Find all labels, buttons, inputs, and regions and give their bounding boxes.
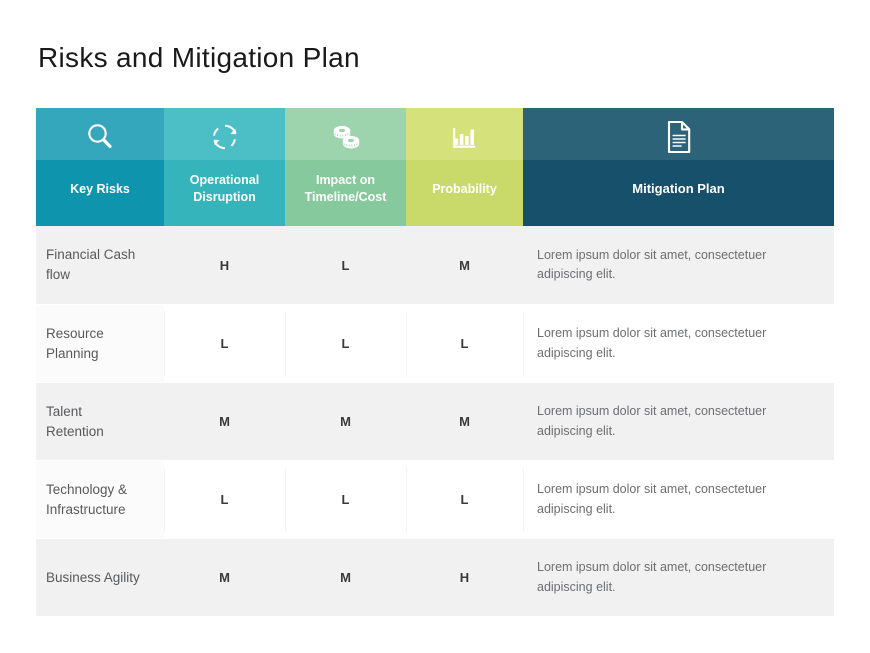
- cell-operational-disruption: L: [164, 305, 285, 382]
- table-header-impact-timeline-cost-label: Impact on Timeline/Cost: [285, 160, 406, 226]
- table-row[interactable]: Resource Planning L L L Lorem ipsum dolo…: [36, 304, 834, 382]
- table-row[interactable]: Financial Cash flow H L M Lorem ipsum do…: [36, 226, 834, 304]
- cell-mitigation-plan: Lorem ipsum dolor sit amet, consectetuer…: [537, 404, 767, 438]
- cell-probability: M: [459, 414, 470, 429]
- table-header-row: Key Risks Operational Disruption Impact …: [36, 108, 834, 226]
- table-body: Financial Cash flow H L M Lorem ipsum do…: [36, 226, 834, 616]
- table-header-impact-timeline-cost[interactable]: Impact on Timeline/Cost: [285, 108, 406, 226]
- cell-operational-disruption: H: [219, 257, 230, 273]
- table-header-mitigation-plan-label: Mitigation Plan: [523, 160, 834, 226]
- table-row[interactable]: Talent Retention M M M Lorem ipsum dolor…: [36, 382, 834, 460]
- cell-impact-timeline-cost: L: [285, 305, 406, 382]
- cell-operational-disruption: L: [164, 461, 285, 538]
- cell-mitigation-plan: Lorem ipsum dolor sit amet, consectetuer…: [537, 247, 767, 281]
- header-line-1: Operational: [189, 173, 260, 188]
- cell-impact-timeline-cost: L: [341, 257, 350, 273]
- cell-impact-timeline-cost: M: [340, 570, 351, 585]
- cell-key-risk: Resource Planning: [36, 305, 164, 382]
- table-header-probability[interactable]: Probability: [406, 108, 523, 226]
- table-header-key-risks-label: Key Risks: [36, 160, 164, 226]
- risk-line-2: Infrastructure: [46, 501, 126, 517]
- table-row[interactable]: Business Agility M M H Lorem ipsum dolor…: [36, 538, 834, 616]
- cell-mitigation-plan: Lorem ipsum dolor sit amet, consectetuer…: [537, 560, 767, 594]
- table-header-mitigation-plan[interactable]: Mitigation Plan: [523, 108, 834, 226]
- header-line-1: Impact on: [315, 173, 376, 188]
- table-header-probability-label: Probability: [406, 160, 523, 226]
- cell-mitigation-plan: Lorem ipsum dolor sit amet, consectetuer…: [523, 461, 834, 538]
- risk-line-1: Technology &: [46, 481, 128, 497]
- cell-key-risk: Financial Cash flow: [36, 226, 164, 304]
- slide-canvas: Risks and Mitigation Plan Key Risks Oper…: [0, 0, 870, 653]
- risk-line-2: Retention: [46, 423, 104, 439]
- risk-line-1: Talent: [46, 403, 83, 419]
- risks-mitigation-table: Key Risks Operational Disruption Impact …: [36, 108, 834, 616]
- cell-probability: L: [406, 461, 523, 538]
- magnifier-icon: [36, 108, 164, 160]
- bar-chart-icon: [406, 108, 523, 160]
- document-icon: [523, 108, 834, 160]
- cell-key-risk: Talent Retention: [36, 383, 164, 460]
- measuring-tape-icon: [285, 108, 406, 160]
- table-row[interactable]: Technology & Infrastructure L L L Lorem …: [36, 460, 834, 538]
- cell-probability: H: [459, 570, 470, 585]
- risk-line-1: Financial Cash: [46, 247, 136, 263]
- table-header-key-risks[interactable]: Key Risks: [36, 108, 164, 226]
- table-header-operational-disruption-label: Operational Disruption: [164, 160, 285, 226]
- cell-probability: L: [406, 305, 523, 382]
- cell-impact-timeline-cost: M: [340, 414, 351, 429]
- header-line-2: Timeline/Cost: [304, 190, 387, 204]
- cell-operational-disruption: M: [219, 414, 230, 429]
- risk-line-2: flow: [46, 267, 71, 282]
- cell-key-risk: Business Agility: [36, 539, 164, 616]
- header-line-2: Disruption: [193, 190, 256, 204]
- refresh-cycle-icon: [164, 108, 285, 160]
- cell-key-risk: Technology & Infrastructure: [36, 461, 164, 538]
- risk-line-1: Resource: [46, 325, 104, 341]
- risk-line-2: Planning: [46, 345, 99, 361]
- cell-mitigation-plan: Lorem ipsum dolor sit amet, consectetuer…: [523, 305, 834, 382]
- cell-impact-timeline-cost: L: [285, 461, 406, 538]
- cell-operational-disruption: M: [219, 570, 230, 585]
- table-header-operational-disruption[interactable]: Operational Disruption: [164, 108, 285, 226]
- cell-probability: M: [459, 257, 470, 273]
- risk-line-1: Business Agility: [46, 569, 140, 585]
- page-title: Risks and Mitigation Plan: [38, 42, 360, 73]
